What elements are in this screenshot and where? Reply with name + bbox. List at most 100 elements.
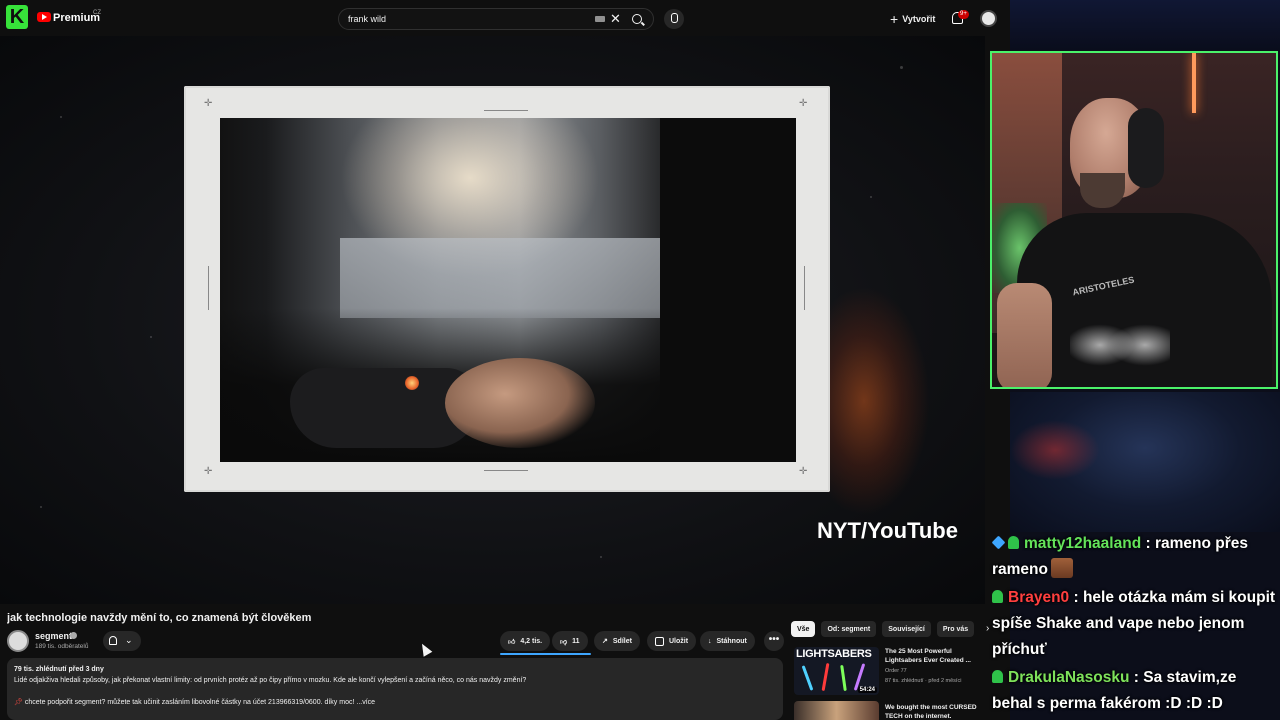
crosshair-icon: ✛ (204, 98, 213, 109)
chevron-down-icon: ⌄ (125, 635, 133, 645)
recommendation-title[interactable]: We bought the most CURSED TECH on the in… (885, 703, 983, 720)
video-frame-photo (220, 118, 796, 462)
dust-speck (150, 336, 152, 338)
chip-all[interactable]: Vše (791, 621, 816, 637)
chat-username: Brayen0 (1008, 589, 1070, 606)
description-box[interactable]: 79 tis. zhlédnutí před 3 dny Lidé odjakž… (7, 658, 783, 720)
search-input[interactable]: frank wild (348, 14, 386, 24)
account-avatar[interactable] (980, 10, 997, 27)
twitch-badge-icon (992, 590, 1003, 603)
thumb-up-icon: 👍︎ (508, 638, 516, 646)
blurred-window (340, 238, 660, 318)
share-label: Sdílet (612, 637, 632, 645)
save-button[interactable]: Uložit (647, 631, 697, 651)
topbar: K Premium CZ frank wild ✕ + Vytvořit 9+ (0, 0, 1010, 36)
download-icon: ↓ (708, 637, 712, 645)
streamer-beard (1080, 173, 1125, 208)
recommendation-thumbnail[interactable] (794, 701, 879, 720)
recommendation-item[interactable]: We bought the most CURSED TECH on the in… (794, 701, 984, 720)
dust-speck (870, 196, 872, 198)
lightsaber-blade (840, 664, 847, 692)
share-icon: ↗ (602, 638, 608, 645)
create-label: Vytvořit (902, 14, 936, 24)
view-meta: 79 tis. zhlédnutí před 3 dny (14, 666, 104, 673)
dark-area (660, 118, 796, 462)
youtube-logo-icon[interactable] (37, 12, 51, 22)
dislike-count: 11 (572, 637, 580, 645)
chat-username: matty12haaland (1024, 535, 1142, 552)
more-actions-button[interactable]: ••• (764, 631, 784, 651)
neon-light (1192, 53, 1196, 113)
frame-guide (484, 470, 528, 471)
video-player[interactable]: ✛ ✛ ✛ ✛ NYT/YouTube (0, 36, 985, 604)
mic-icon[interactable] (664, 9, 684, 29)
search-box[interactable]: frank wild ✕ (338, 8, 654, 30)
video-title: jak technologie navždy mění to, co zname… (7, 612, 312, 624)
recommendation-item[interactable]: LIGHTSABERS 54:24 The 25 Most Powerful L… (794, 647, 984, 697)
thumb-down-icon: 👎︎ (560, 638, 568, 646)
twitch-badge-icon (992, 670, 1003, 683)
create-button[interactable]: + Vytvořit (890, 10, 935, 28)
chevron-right-icon[interactable]: › (986, 623, 989, 634)
download-button[interactable]: ↓ Stáhnout (700, 631, 755, 651)
more-link[interactable]: ...více (356, 699, 375, 706)
pin-icon: 📌︎ (14, 699, 23, 706)
chat-username: DrakulaNasosku (1008, 669, 1130, 686)
channel-avatar[interactable] (7, 630, 29, 652)
frame-guide (208, 266, 209, 310)
keyboard-icon[interactable] (595, 16, 605, 22)
recommendation-thumbnail[interactable]: LIGHTSABERS 54:24 (794, 647, 879, 695)
description-text: Lidé odjakživa hledali způsoby, jak přek… (14, 677, 527, 684)
notification-badge: 9+ (958, 10, 969, 19)
cube-badge-icon (991, 535, 1006, 550)
dust-speck (60, 116, 62, 118)
frame-guide (804, 266, 805, 310)
chat-emote (1051, 558, 1073, 578)
chat-message: Brayen0 : hele otázka mám si koupit spíš… (992, 585, 1280, 663)
dust-speck (600, 556, 602, 558)
lightsaber-blade (801, 665, 814, 691)
headphones (1128, 108, 1164, 188)
hand (445, 358, 595, 448)
save-label: Uložit (669, 637, 689, 645)
recommendation-title[interactable]: The 25 Most Powerful Lightsabers Ever Cr… (885, 647, 983, 665)
chip-related[interactable]: Související (882, 621, 931, 637)
chat-message: matty12haaland : rameno přes rameno (991, 531, 1280, 583)
video-watermark: NYT/YouTube (817, 518, 958, 543)
search-icon[interactable] (632, 14, 642, 24)
ember-glow (820, 286, 930, 516)
recommendation-channel[interactable]: Order 77 (885, 668, 907, 674)
description-support-line: 📌︎ chcete podpořit segment? můžete tak u… (14, 698, 375, 706)
download-label: Stáhnout (716, 637, 747, 645)
k-logo[interactable]: K (6, 5, 28, 29)
chat-overlay: matty12haaland : rameno přes rameno Bray… (991, 531, 1280, 719)
chat-message: DrakulaNasosku : Sa stavim,ze behal s pe… (992, 665, 1280, 717)
dislike-button[interactable]: 👎︎ 11 (552, 631, 588, 651)
subscription-button[interactable]: ⌄ (103, 631, 141, 651)
dust-speck (900, 66, 903, 69)
stream-background-light (1010, 420, 1100, 480)
channel-name[interactable]: segment (35, 631, 72, 641)
share-button[interactable]: ↗ Sdílet (594, 631, 640, 651)
filter-chips: Vše Od: segment Související Pro vás (791, 621, 975, 637)
subscriber-count: 189 tis. odběratelů (35, 643, 89, 650)
chip-from-channel[interactable]: Od: segment (821, 621, 877, 637)
dust-speck (40, 506, 42, 508)
like-count: 4,2 tis. (520, 637, 543, 645)
chip-for-you[interactable]: Pro vás (936, 621, 975, 637)
bell-icon (109, 636, 117, 645)
country-code: CZ (93, 10, 101, 16)
crosshair-icon: ✛ (204, 466, 213, 477)
crosshair-icon: ✛ (799, 98, 808, 109)
like-ratio-bar (500, 653, 591, 655)
mouse-cursor (417, 641, 433, 657)
lightsaber-blade (821, 662, 830, 692)
thumbnail-text: LIGHTSABERS (796, 648, 872, 660)
video-duration: 54:24 (857, 687, 877, 693)
recommendation-meta: 87 tis. zhlédnutí · před 2 měsíci (885, 678, 962, 684)
like-button[interactable]: 👍︎ 4,2 tis. (500, 631, 551, 651)
clear-icon[interactable]: ✕ (610, 11, 621, 27)
stream-top-area (1010, 0, 1280, 50)
plus-icon: + (890, 11, 899, 27)
twitch-badge-icon (1008, 536, 1019, 549)
